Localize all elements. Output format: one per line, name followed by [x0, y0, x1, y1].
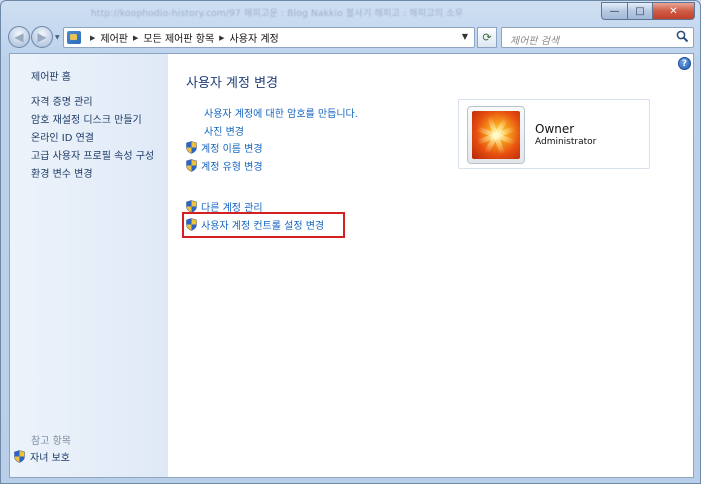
back-arrow-icon: ◀ [14, 30, 24, 44]
task-pane: 제어판 홈 자격 증명 관리 암호 재설정 디스크 만들기 온라인 ID 연결 … [10, 54, 168, 477]
close-button[interactable]: ✕ [652, 2, 695, 20]
change-type-link[interactable]: 계정 유형 변경 [186, 158, 263, 173]
breadcrumb-separator-icon[interactable]: ▶ [90, 34, 95, 42]
breadcrumb-control-panel[interactable]: 제어판 [100, 30, 128, 45]
minimize-icon: — [609, 5, 620, 17]
close-icon: ✕ [669, 5, 678, 17]
search-placeholder: 제어판 검색 [510, 36, 560, 47]
account-role: Administrator [535, 137, 597, 147]
maximize-button[interactable]: □ [627, 2, 652, 20]
control-panel-home-link[interactable]: 제어판 홈 [31, 68, 71, 83]
change-name-link[interactable]: 계정 이름 변경 [186, 140, 263, 155]
breadcrumb-all-items[interactable]: 모든 제어판 항목 [143, 30, 214, 45]
breadcrumb-separator-icon[interactable]: ▶ [219, 34, 224, 42]
task-advanced-profile[interactable]: 고급 사용자 프로필 속성 구성 [31, 150, 154, 168]
create-password-link[interactable]: 사용자 계정에 대한 암호를 만듭니다. [204, 105, 358, 120]
maximize-icon: □ [635, 5, 645, 17]
task-credential-manager[interactable]: 자격 증명 관리 [31, 96, 154, 114]
breadcrumb-separator-icon[interactable]: ▶ [133, 34, 138, 42]
back-button[interactable]: ◀ [8, 26, 30, 48]
task-link-online-id[interactable]: 온라인 ID 연결 [31, 132, 154, 150]
forward-button[interactable]: ▶ [31, 26, 53, 48]
task-list: 자격 증명 관리 암호 재설정 디스크 만들기 온라인 ID 연결 고급 사용자… [31, 96, 154, 186]
content-area: 제어판 홈 자격 증명 관리 암호 재설정 디스크 만들기 온라인 ID 연결 … [9, 53, 694, 478]
uac-shield-icon [186, 159, 197, 172]
uac-shield-icon [186, 141, 197, 154]
account-card: Owner Administrator [458, 99, 650, 169]
account-name: Owner [535, 122, 575, 136]
forward-arrow-icon: ▶ [37, 30, 47, 44]
change-picture-link[interactable]: 사진 변경 [204, 123, 244, 138]
parental-controls-label: 자녀 보호 [30, 453, 70, 464]
recent-pages-dropdown[interactable]: ▼ [55, 34, 60, 41]
task-environment-variables[interactable]: 환경 변수 변경 [31, 168, 154, 186]
main-pane: ? 사용자 계정 변경 사용자 계정에 대한 암호를 만듭니다. 사진 변경 계… [168, 54, 693, 477]
minimize-button[interactable]: — [601, 2, 627, 20]
avatar [472, 111, 520, 159]
parental-controls-link[interactable]: 자녀 보호 [14, 449, 70, 464]
uac-shield-icon [14, 450, 25, 463]
address-bar[interactable]: ▶ 제어판 ▶ 모든 제어판 항목 ▶ 사용자 계정 ▼ [63, 27, 475, 48]
change-type-label: 계정 유형 변경 [201, 162, 263, 173]
search-icon[interactable] [676, 30, 689, 43]
navigation-bar: ◀ ▶ ▼ ▶ 제어판 ▶ 모든 제어판 항목 ▶ 사용자 계정 ▼ ⟳ 제어판… [1, 25, 700, 51]
control-panel-icon [67, 31, 81, 44]
title-bar: http://koophodio-history.com/97 해피고운 : B… [1, 1, 700, 23]
highlight-annotation-box [182, 212, 345, 238]
refresh-button[interactable]: ⟳ [477, 27, 497, 48]
window-title: http://koophodio-history.com/97 해피고운 : B… [91, 9, 464, 19]
help-icon[interactable]: ? [678, 57, 691, 70]
caption-buttons: — □ ✕ [601, 2, 695, 20]
control-panel-window: http://koophodio-history.com/97 해피고운 : B… [0, 0, 701, 484]
page-title: 사용자 계정 변경 [186, 76, 278, 91]
see-also-heading: 참고 항목 [31, 436, 71, 447]
address-dropdown-icon[interactable]: ▼ [462, 32, 468, 41]
breadcrumb-user-accounts[interactable]: 사용자 계정 [230, 30, 279, 45]
search-input[interactable]: 제어판 검색 [501, 27, 694, 48]
avatar-frame [467, 106, 525, 164]
task-password-reset-disk[interactable]: 암호 재설정 디스크 만들기 [31, 114, 154, 132]
change-name-label: 계정 이름 변경 [201, 144, 263, 155]
refresh-icon: ⟳ [482, 31, 492, 44]
